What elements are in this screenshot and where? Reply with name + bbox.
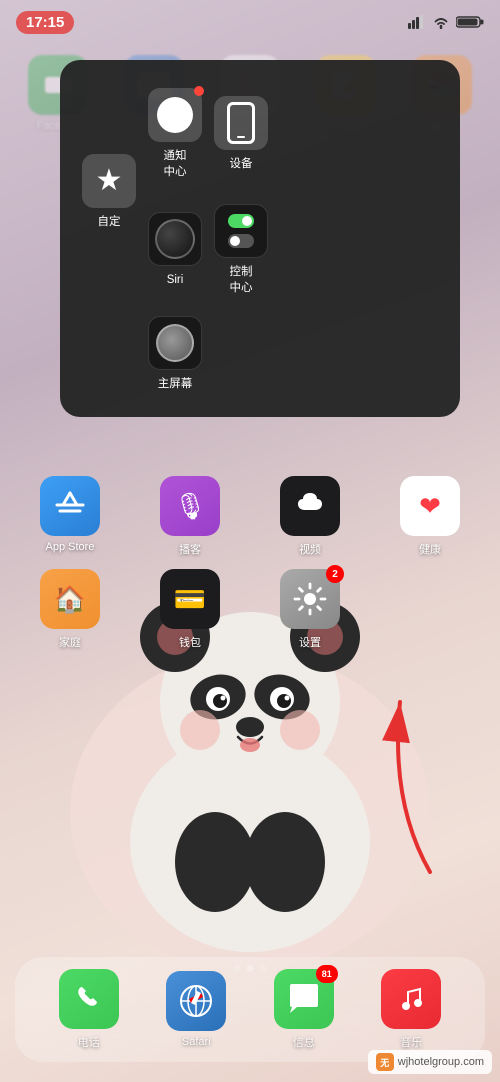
siri-circle-icon — [155, 219, 195, 259]
health-label: 健康 — [419, 541, 441, 557]
app-wallet[interactable]: 💳 钱包 — [150, 569, 230, 650]
app-home[interactable]: 🏠 家庭 — [30, 569, 110, 650]
context-menu-grid: ★ 自定 通知中心 设备 Siri — [76, 76, 274, 401]
customize-label: 自定 — [98, 215, 121, 231]
notification-circle — [157, 97, 193, 133]
app-appletv[interactable]: 视频 — [270, 476, 350, 557]
app-row-3: 🏠 家庭 💳 钱包 2 设置 — [0, 569, 500, 650]
dock-safari[interactable]: Safari — [156, 971, 236, 1048]
status-bar: 17:15 — [0, 0, 500, 44]
siri-label: Siri — [167, 273, 184, 289]
music-label: 音乐 — [400, 1034, 422, 1050]
watermark-logo: 无 — [376, 1053, 394, 1071]
notification-icon-box — [148, 88, 202, 142]
control-label: 控制中心 — [230, 265, 253, 296]
dock: 电话 Safari 81 信息 — [15, 957, 485, 1062]
signal-icon — [408, 15, 426, 29]
settings-badge: 2 — [326, 565, 344, 583]
home-label: 家庭 — [59, 634, 81, 650]
control-icon-box — [214, 204, 268, 258]
notification-dot — [194, 86, 204, 96]
notification-label: 通知中心 — [164, 149, 187, 180]
appstore-label: App Store — [46, 541, 95, 553]
customize-icon-box: ★ — [82, 154, 136, 208]
device-icon-box — [214, 96, 268, 150]
music-icon — [381, 969, 441, 1029]
dock-messages[interactable]: 81 信息 — [264, 969, 344, 1050]
messages-label: 信息 — [293, 1034, 315, 1050]
device-phone-icon — [227, 102, 255, 144]
menu-item-siri[interactable]: Siri — [142, 192, 208, 308]
battery-icon — [456, 15, 484, 29]
settings-label: 设置 — [299, 634, 321, 650]
podcasts-icon: 🎙 — [160, 476, 220, 536]
status-time: 17:15 — [16, 11, 74, 34]
phone-icon — [59, 969, 119, 1029]
messages-icon: 81 — [274, 969, 334, 1029]
health-icon: ❤ — [400, 476, 460, 536]
menu-item-homescreen[interactable]: 主屏幕 — [76, 308, 274, 401]
homescreen-label: 主屏幕 — [158, 377, 193, 393]
dock-phone[interactable]: 电话 — [49, 969, 129, 1050]
wifi-icon — [432, 15, 450, 29]
app-row-2: App Store 🎙 播客 视频 ❤ 健康 — [0, 476, 500, 557]
app-settings[interactable]: 2 设置 — [270, 569, 350, 650]
app-appstore[interactable]: App Store — [30, 476, 110, 557]
device-label: 设备 — [230, 157, 253, 173]
homescreen-circle-icon — [156, 324, 194, 362]
menu-item-device[interactable]: 设备 — [208, 76, 274, 192]
app-health[interactable]: ❤ 健康 — [390, 476, 470, 557]
menu-item-notification[interactable]: 通知中心 — [142, 76, 208, 192]
siri-icon-box — [148, 212, 202, 266]
settings-icon: 2 — [280, 569, 340, 629]
watermark-text: wjhotelgroup.com — [398, 1056, 484, 1068]
messages-badge: 81 — [316, 965, 338, 983]
phone-label: 电话 — [78, 1034, 100, 1050]
podcasts-label: 播客 — [179, 541, 201, 557]
context-menu: ★ 自定 通知中心 设备 Siri — [60, 60, 460, 417]
dock-music[interactable]: 音乐 — [371, 969, 451, 1050]
safari-icon — [166, 971, 226, 1031]
appletv-label: 视频 — [299, 541, 321, 557]
homescreen-icon-box — [148, 316, 202, 370]
toggle-icon — [228, 214, 254, 248]
home-icon: 🏠 — [40, 569, 100, 629]
menu-item-customize[interactable]: ★ 自定 — [76, 76, 142, 308]
appletv-icon — [280, 476, 340, 536]
watermark: 无 wjhotelgroup.com — [368, 1050, 492, 1074]
app-podcasts[interactable]: 🎙 播客 — [150, 476, 230, 557]
menu-item-control-center[interactable]: 控制中心 — [208, 192, 274, 308]
wallet-label: 钱包 — [179, 634, 201, 650]
status-icons — [408, 15, 484, 29]
wallet-icon: 💳 — [160, 569, 220, 629]
appstore-icon — [40, 476, 100, 536]
safari-label: Safari — [182, 1036, 211, 1048]
